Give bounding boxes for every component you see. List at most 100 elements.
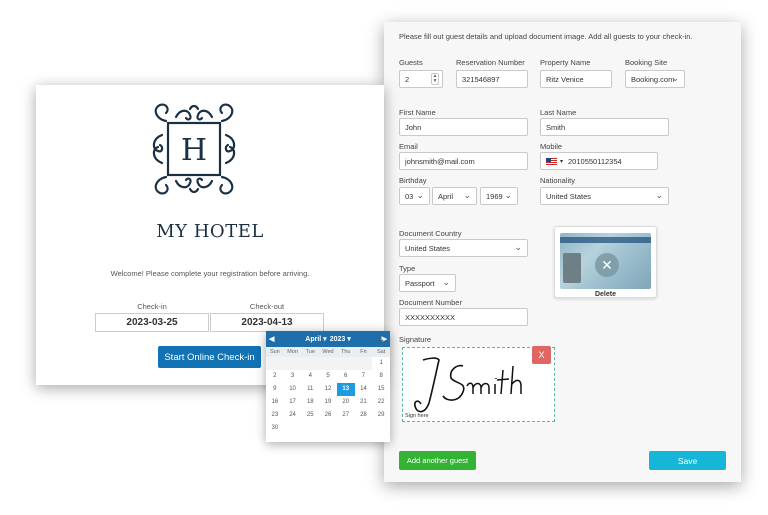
country-dropdown-icon[interactable]: ▾ [560, 158, 563, 165]
last-name-field[interactable]: Smith [540, 118, 669, 136]
us-flag-icon[interactable] [546, 157, 557, 165]
ornate-frame-icon: H [152, 103, 236, 195]
calendar-day[interactable]: 3 [284, 370, 302, 383]
calendar-day[interactable]: 8 [372, 370, 390, 383]
calendar-month-select[interactable]: April ▾ [305, 335, 326, 343]
calendar-day[interactable]: 6 [337, 370, 355, 383]
calendar-day[interactable]: 29 [372, 409, 390, 422]
calendar-day[interactable]: 12 [319, 383, 337, 396]
reservation-number-field[interactable]: 321546897 [456, 70, 528, 88]
calendar-day[interactable]: 16 [266, 396, 284, 409]
calendar-day[interactable]: 23 [266, 409, 284, 422]
birthday-day-select[interactable]: 03 [399, 187, 430, 205]
calendar-year-label: 2023 [329, 336, 346, 343]
start-online-checkin-button[interactable]: Start Online Check-in [158, 346, 261, 368]
nationality-label: Nationality [540, 176, 576, 185]
welcome-message: Welcome! Please complete your registrati… [110, 269, 310, 278]
remove-image-icon[interactable]: ✕ [595, 253, 619, 277]
birthday-year-value: 1969 [486, 191, 503, 201]
calendar-day[interactable]: 25 [301, 409, 319, 422]
prev-month-icon[interactable]: ◀ [269, 335, 274, 343]
last-name-value: Smith [546, 122, 566, 132]
calendar-day[interactable]: 9 [266, 383, 284, 396]
calendar-day[interactable]: 5 [319, 370, 337, 383]
document-image-card[interactable]: ✕ Delete [554, 226, 657, 298]
type-label: Type [399, 264, 416, 273]
guests-stepper[interactable]: 2 ▲ ▼ [399, 70, 443, 88]
screenshot-stage: Please fill out guest details and upload… [0, 0, 768, 515]
calendar-day-selected[interactable]: 13 [336, 383, 355, 396]
calendar-empty-cell [266, 357, 284, 370]
last-name-label: Last Name [540, 108, 577, 117]
calendar-day[interactable]: 19 [319, 396, 337, 409]
calendar-day[interactable]: 18 [301, 396, 319, 409]
first-name-label: First Name [399, 108, 436, 117]
add-guest-button[interactable]: Add another guest [399, 451, 476, 470]
birthday-month-value: April [438, 191, 454, 201]
calendar-header: ◀ April ▾ 2023 ▾ ▶ [266, 331, 390, 347]
email-value: johnsmith@mail.com [405, 156, 475, 166]
weekday-header: Sat [372, 347, 390, 357]
weekday-header: Tue [301, 347, 320, 357]
calendar-day[interactable]: 21 [355, 396, 373, 409]
clear-signature-button[interactable]: X [532, 346, 551, 364]
calendar-day[interactable]: 20 [337, 396, 355, 409]
logo-initial: H [181, 133, 207, 168]
calendar-day[interactable]: 11 [301, 383, 319, 396]
calendar-day[interactable]: 4 [301, 370, 319, 383]
calendar-day[interactable]: 14 [355, 383, 373, 396]
nationality-select[interactable]: United States [540, 187, 669, 205]
calendar-day[interactable]: 10 [284, 383, 302, 396]
weekday-header: Fri [354, 347, 373, 357]
booking-site-label: Booking Site [625, 58, 668, 67]
document-number-value: XXXXXXXXXX [405, 312, 456, 322]
mobile-value: 2010550112354 [568, 156, 622, 166]
calendar-empty-cell [336, 357, 355, 370]
check-out-date-field[interactable]: 2023-04-13 [210, 313, 324, 332]
guest-details-form: Please fill out guest details and upload… [384, 22, 741, 482]
property-name-field[interactable]: Ritz Venice [540, 70, 612, 88]
calendar-day[interactable]: 17 [284, 396, 302, 409]
calendar-day[interactable]: 24 [284, 409, 302, 422]
weekday-header: Thu [336, 347, 355, 357]
calendar-day[interactable]: 2 [266, 370, 284, 383]
signature-label: Signature [399, 335, 432, 344]
mobile-field[interactable]: ▾ 2010550112354 [540, 152, 658, 170]
calendar-day[interactable]: 1 [372, 357, 390, 370]
delete-image-link[interactable]: Delete [555, 291, 656, 298]
first-name-field[interactable]: John [399, 118, 528, 136]
calendar-day[interactable]: 15 [372, 383, 390, 396]
form-instructions: Please fill out guest details and upload… [399, 32, 693, 41]
document-image-thumbnail: ✕ [560, 233, 651, 289]
calendar-empty-cell [283, 357, 302, 370]
document-number-field[interactable]: XXXXXXXXXX [399, 308, 528, 326]
calendar-day[interactable]: 22 [372, 396, 390, 409]
weekday-header: Wed [319, 347, 337, 357]
nationality-value: United States [546, 191, 592, 201]
document-header-strip [560, 237, 651, 243]
reservation-label: Reservation Number [456, 58, 525, 67]
save-button[interactable]: Save [649, 451, 726, 470]
check-out-label: Check-out [249, 302, 285, 311]
birthday-year-select[interactable]: 1969 [480, 187, 518, 205]
booking-site-select[interactable]: Booking.com [625, 70, 685, 88]
hotel-logo: H [146, 99, 242, 199]
calendar-month-label: April [305, 336, 322, 343]
calendar-empty-cell [319, 357, 337, 370]
email-field[interactable]: johnsmith@mail.com [399, 152, 528, 170]
check-in-date-field[interactable]: 2023-03-25 [95, 313, 209, 332]
booking-site-value: Booking.com [631, 74, 675, 84]
calendar-day[interactable]: 27 [337, 409, 355, 422]
calendar-year-select[interactable]: 2023 ▾ [330, 335, 351, 343]
calendar-day[interactable]: 7 [355, 370, 373, 383]
document-type-select[interactable]: Passport [399, 274, 456, 292]
document-country-select[interactable]: United States [399, 239, 528, 257]
calendar-day[interactable]: 30 [266, 422, 284, 435]
calendar-day[interactable]: 28 [355, 409, 373, 422]
email-label: Email [399, 142, 418, 151]
calendar-day[interactable]: 26 [319, 409, 337, 422]
birthday-month-select[interactable]: April [432, 187, 477, 205]
guests-label: Guests [399, 58, 423, 67]
stepper-arrows-icon[interactable]: ▲ ▼ [431, 73, 439, 85]
birthday-label: Birthday [399, 176, 427, 185]
